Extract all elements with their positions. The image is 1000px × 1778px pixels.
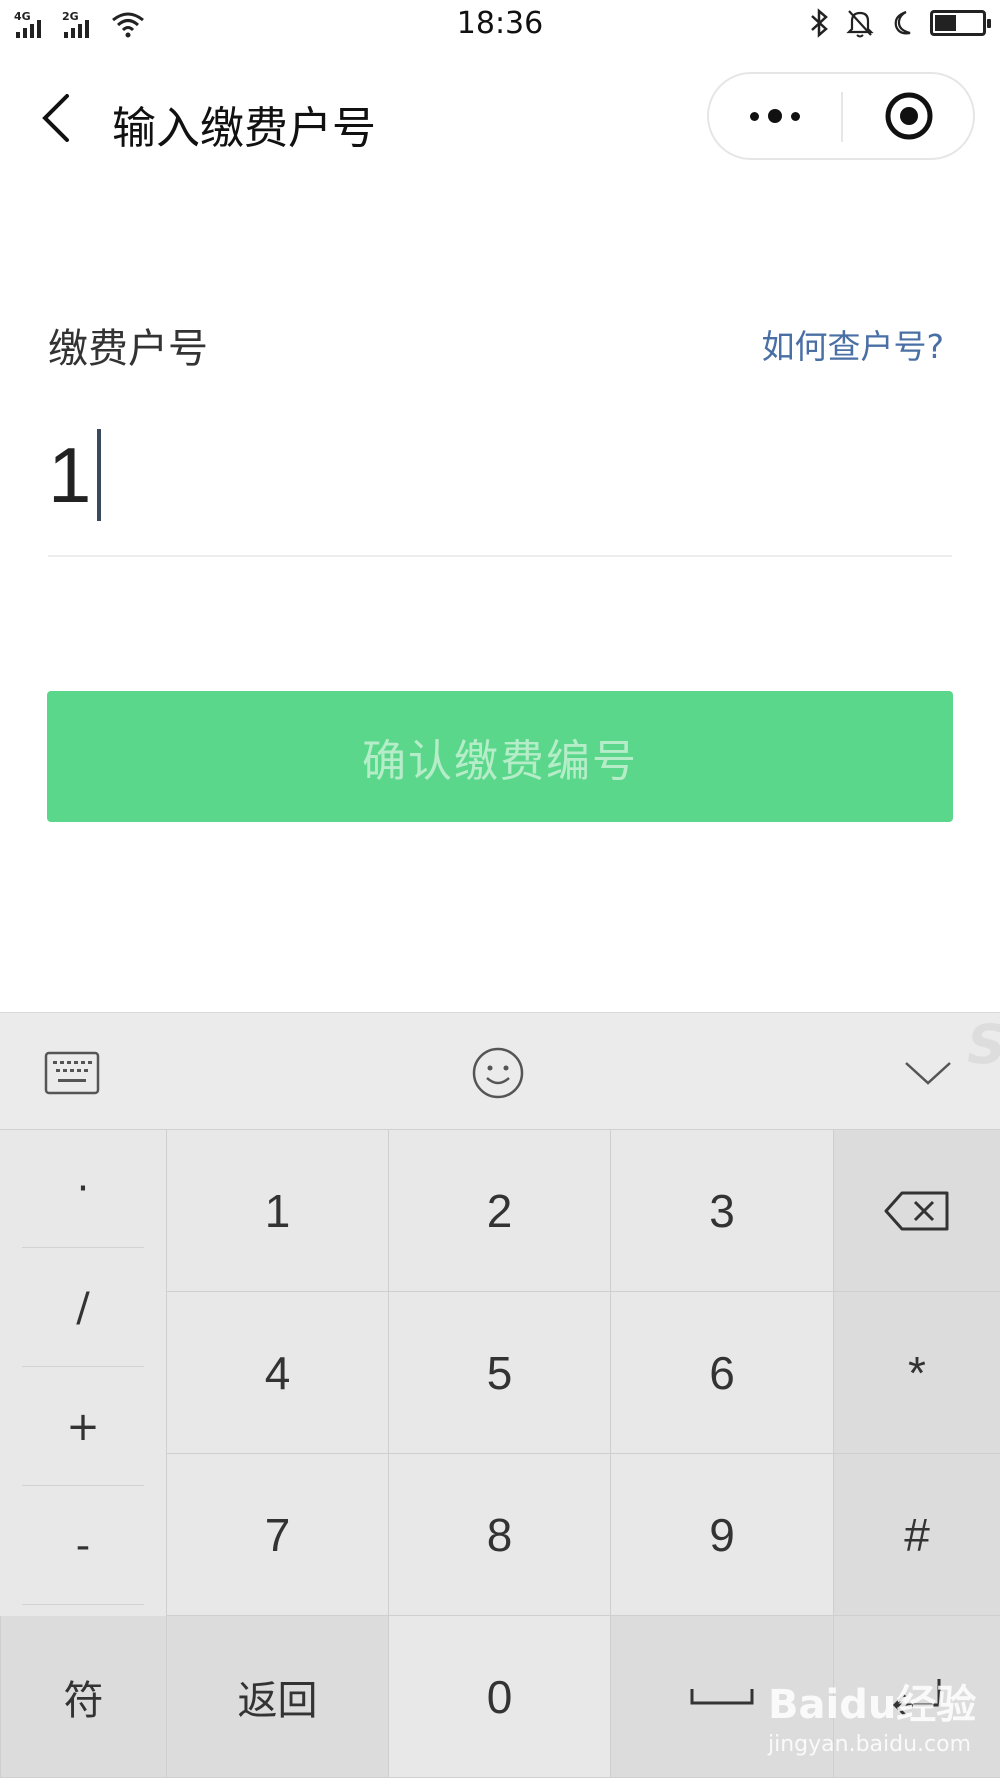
key-7[interactable]: 7: [167, 1454, 389, 1616]
keyboard-switch-button[interactable]: [34, 1035, 110, 1111]
key-0[interactable]: 0: [389, 1616, 611, 1778]
emoji-icon: [472, 1047, 524, 1099]
key-6[interactable]: 6: [611, 1292, 834, 1454]
account-number-input[interactable]: 1: [48, 420, 952, 530]
key-hash[interactable]: #: [834, 1454, 1000, 1616]
key-plus[interactable]: +: [22, 1368, 144, 1486]
enter-icon: [892, 1678, 941, 1716]
collapse-chevron-icon: [905, 1062, 951, 1085]
key-minus[interactable]: -: [22, 1487, 144, 1605]
do-not-disturb-moon-icon: [894, 10, 911, 35]
input-underline: [48, 555, 952, 557]
back-button[interactable]: [28, 88, 84, 148]
backspace-key[interactable]: [834, 1130, 1000, 1292]
nav-bar: 输入缴费户号: [0, 52, 1000, 182]
key-4[interactable]: 4: [167, 1292, 389, 1454]
space-icon: [690, 1688, 754, 1704]
mute-bell-icon: [846, 10, 874, 38]
backspace-icon: [884, 1191, 949, 1230]
account-number-label: 缴费户号: [48, 326, 208, 372]
key-dot[interactable]: ·: [22, 1130, 144, 1248]
key-8[interactable]: 8: [389, 1454, 611, 1616]
confirm-button-label: 确认缴费编号: [362, 735, 638, 787]
numeric-keyboard: · / + - 1 2 3 4 5 6 * 7 8 9 # 符 返回 0: [0, 1130, 1000, 1778]
enter-key[interactable]: [834, 1616, 1000, 1778]
input-value: 1: [48, 430, 92, 519]
key-3[interactable]: 3: [611, 1130, 834, 1292]
space-key[interactable]: [611, 1616, 834, 1778]
key-1[interactable]: 1: [167, 1130, 389, 1292]
confirm-account-button[interactable]: 确认缴费编号: [47, 691, 953, 822]
key-5[interactable]: 5: [389, 1292, 611, 1454]
return-key[interactable]: 返回: [167, 1616, 389, 1778]
close-mini-program-button[interactable]: [843, 74, 975, 158]
key-9[interactable]: 9: [611, 1454, 834, 1616]
emoji-button[interactable]: [460, 1035, 536, 1111]
target-close-icon: [885, 92, 933, 140]
bluetooth-icon: [811, 8, 828, 38]
battery-level: [935, 15, 956, 31]
chevron-left-icon: [42, 94, 69, 142]
text-caret: [97, 429, 102, 521]
symbol-column: · / + -: [0, 1130, 167, 1618]
status-bar: 4G 2G 18:36: [0, 0, 1000, 52]
status-right: [808, 8, 991, 38]
how-to-find-account-link[interactable]: 如何查户号?: [761, 320, 944, 368]
battery-icon: [930, 10, 991, 36]
keyboard-icon: [44, 1051, 100, 1095]
more-button[interactable]: [709, 74, 841, 158]
key-2[interactable]: 2: [389, 1130, 611, 1292]
page-title: 输入缴费户号: [112, 103, 376, 154]
more-dots-icon: [750, 109, 800, 123]
symbols-key[interactable]: 符: [0, 1616, 167, 1778]
key-asterisk[interactable]: *: [834, 1292, 1000, 1454]
key-slash[interactable]: /: [22, 1249, 144, 1367]
keyboard-toolbar: S: [0, 1012, 1000, 1130]
mini-program-capsule: [707, 72, 975, 160]
input-method-logo: S: [950, 1013, 1000, 1073]
